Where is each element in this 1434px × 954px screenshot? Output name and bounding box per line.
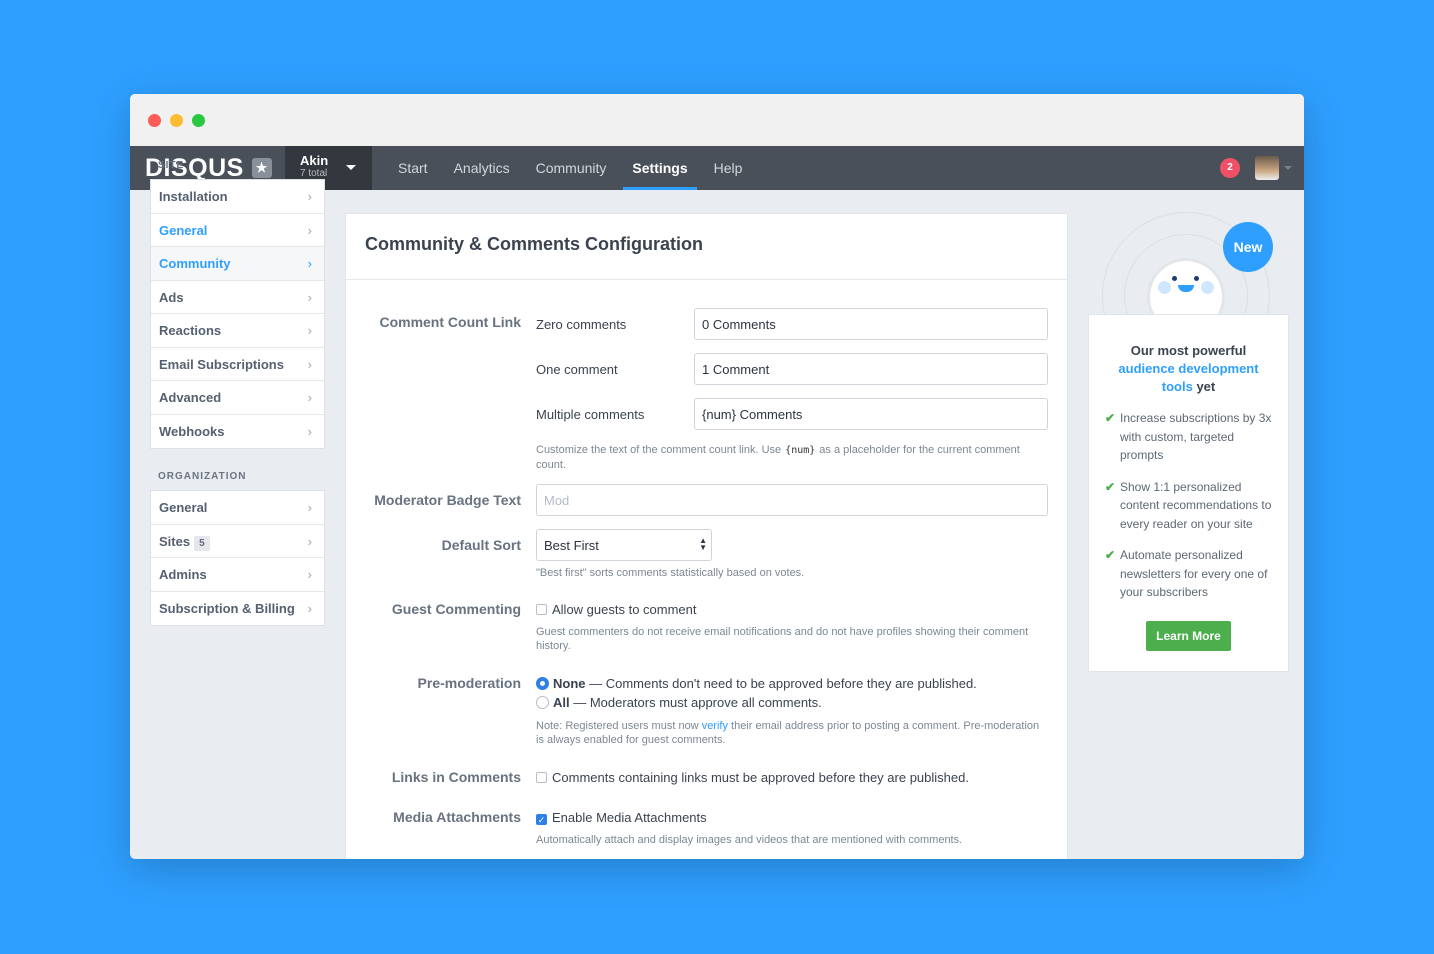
learn-more-button[interactable]: Learn More — [1146, 620, 1231, 651]
sidebar-item-community[interactable]: Community › — [151, 247, 324, 281]
enable-media-checkbox[interactable]: ✓ Enable Media Attachments — [536, 810, 707, 825]
guest-commenting-help: Guest commenters do not receive email no… — [536, 626, 1029, 652]
nav-settings[interactable]: Settings — [623, 146, 697, 190]
comment-count-label: Comment Count Link — [379, 314, 521, 330]
check-icon: ✔ — [1105, 479, 1116, 494]
sidebar-item-advanced[interactable]: Advanced › — [151, 381, 324, 415]
chevron-down-icon[interactable] — [1284, 166, 1292, 174]
sidebar-item-sites[interactable]: Sites 5 › — [151, 525, 324, 558]
avatar[interactable] — [1255, 156, 1279, 180]
media-attachments-label: Media Attachments — [393, 809, 521, 825]
chevron-down-icon — [346, 165, 356, 175]
chevron-right-icon: › — [307, 533, 312, 549]
select-arrows-icon: ▲ ▼ — [699, 536, 707, 552]
nav-community[interactable]: Community — [527, 146, 616, 190]
radio-selected-icon — [536, 677, 549, 690]
checkbox-icon — [536, 604, 547, 615]
default-sort-help: "Best first" sorts comments statisticall… — [536, 567, 805, 579]
check-icon: ✔ — [1105, 548, 1116, 562]
chevron-right-icon: › — [307, 567, 312, 582]
organization-heading: ORGANIZATION — [158, 471, 247, 482]
sidebar-item-org-general[interactable]: General › — [151, 491, 324, 525]
promo-item: ✔ Automate personalized newsletters for e… — [1105, 548, 1268, 599]
sidebar-item-installation[interactable]: Installation › — [151, 180, 324, 214]
sidebar-item-webhooks[interactable]: Webhooks › — [151, 415, 324, 449]
links-approval-checkbox[interactable]: Comments containing links must be approv… — [536, 770, 969, 785]
allow-guests-checkbox[interactable]: Allow guests to comment — [536, 602, 697, 617]
premoderation-note: Note: Registered users must now verify t… — [536, 720, 1040, 746]
chevron-right-icon: › — [307, 500, 312, 515]
sidebar-item-billing[interactable]: Subscription & Billing › — [151, 592, 324, 626]
media-attachments-help: Automatically attach and display images … — [536, 834, 963, 846]
promo-card: Our most powerful audience development to… — [1088, 314, 1289, 672]
sidebar-item-general[interactable]: General › — [151, 214, 324, 247]
chevron-right-icon: › — [307, 222, 312, 238]
new-bubble: New — [1223, 222, 1273, 272]
minimize-window-button[interactable] — [170, 114, 183, 127]
links-in-comments-label: Links in Comments — [391, 769, 521, 785]
chevron-right-icon: › — [307, 189, 312, 204]
chevron-right-icon: › — [307, 356, 312, 372]
sidebar-item-email-subscriptions[interactable]: Email Subscriptions › — [151, 348, 324, 381]
nav-help[interactable]: Help — [705, 146, 752, 190]
default-sort-select[interactable]: Best First ▲ ▼ — [536, 529, 712, 561]
nav-analytics[interactable]: Analytics — [445, 146, 519, 190]
checkmark-icon: ✓ — [536, 814, 547, 825]
promo-title: Our most powerful audience development to… — [1118, 343, 1259, 394]
page-title: Community & Comments Configuration — [346, 214, 1067, 280]
promo-item: ✔ Show 1:1 personalized content recommend… — [1105, 479, 1272, 531]
premod-none-radio[interactable]: None — Comments don't need to be approve… — [536, 676, 977, 691]
chevron-right-icon: › — [307, 323, 312, 338]
check-icon: ✔ — [1105, 411, 1116, 425]
checkbox-icon — [536, 772, 547, 783]
multiple-comments-input[interactable]: {num} Comments — [694, 398, 1048, 430]
chevron-right-icon: › — [307, 256, 312, 271]
multiple-comments-label: Multiple comments — [536, 407, 645, 422]
title-bar — [130, 94, 1304, 146]
browser-window: DISQUS ★ Akin 7 total Start Analytics Com… — [130, 94, 1304, 859]
site-heading: SITE — [158, 160, 185, 171]
notification-badge[interactable]: 2 — [1220, 158, 1240, 178]
zero-comments-input[interactable]: 0 Comments — [694, 308, 1048, 340]
chevron-right-icon: › — [307, 423, 312, 439]
maximize-window-button[interactable] — [192, 114, 205, 127]
sidebar-item-ads[interactable]: Ads › — [151, 281, 324, 314]
sidebar-item-reactions[interactable]: Reactions › — [151, 314, 324, 348]
moderator-badge-label: Moderator Badge Text — [374, 492, 521, 508]
promo-item: ✔ Increase subscriptions by 3x with custo… — [1105, 411, 1272, 462]
radio-icon — [536, 696, 549, 709]
chevron-right-icon: › — [307, 600, 312, 616]
one-comment-label: One comment — [536, 362, 618, 377]
close-window-button[interactable] — [148, 114, 161, 127]
chevron-right-icon: › — [307, 390, 312, 405]
guest-commenting-label: Guest Commenting — [391, 601, 521, 617]
zero-comments-label: Zero comments — [536, 317, 627, 332]
moderator-badge-input[interactable]: Mod — [536, 484, 1048, 516]
sidebar: SITE Installation › General › Community › A… — [150, 160, 325, 648]
premod-all-radio[interactable]: All — Moderators must approve all commen… — [536, 695, 822, 710]
nav-start[interactable]: Start — [389, 146, 437, 190]
premoderation-label: Pre-moderation — [417, 675, 521, 691]
sites-count: 5 — [194, 535, 210, 551]
one-comment-input[interactable]: 1 Comment — [694, 353, 1048, 385]
default-sort-label: Default Sort — [441, 537, 521, 553]
sidebar-item-admins[interactable]: Admins › — [151, 558, 324, 592]
settings-panel: Community & Comments Configuration Comme… — [345, 213, 1068, 859]
comment-count-help: Customize the text of the comment count … — [536, 444, 1020, 471]
chevron-right-icon: › — [307, 289, 312, 305]
verify-link[interactable]: verify — [702, 720, 728, 732]
